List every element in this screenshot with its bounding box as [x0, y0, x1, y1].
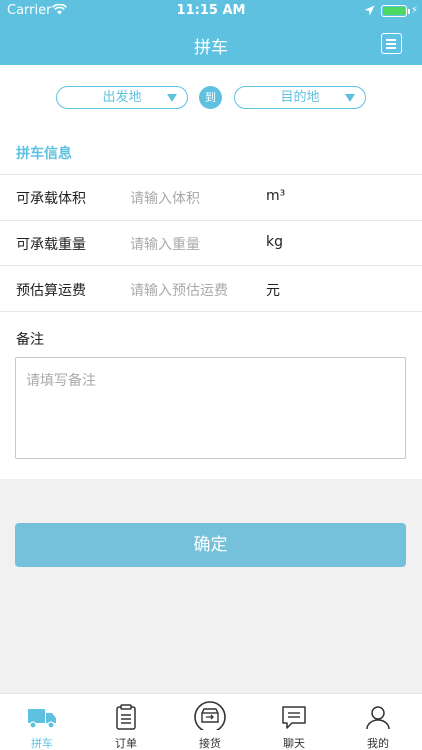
divider: [0, 265, 422, 266]
list-icon[interactable]: [381, 33, 402, 54]
weight-unit: kg: [266, 234, 283, 250]
tab-chat-label: 聊天: [283, 737, 305, 750]
to-badge: 到: [199, 86, 222, 109]
volume-label: 可承载体积: [16, 191, 86, 207]
weight-input[interactable]: 请输入重量: [130, 234, 200, 254]
clipboard-icon: [116, 704, 136, 730]
fee-label: 预估算运费: [16, 283, 86, 299]
triangle-down-icon: [345, 94, 355, 102]
top-bar: Carrier 11:15 AM ⚡ 拼车: [0, 0, 422, 65]
tab-mine[interactable]: 我的: [336, 694, 420, 750]
tab-receive-label: 接货: [199, 737, 221, 750]
user-icon: [366, 706, 390, 730]
weight-label: 可承载重量: [16, 237, 86, 253]
battery-tip: [408, 9, 410, 14]
page-title: 拼车: [194, 38, 228, 58]
status-time: 11:15 AM: [176, 3, 246, 18]
confirm-button[interactable]: 确定: [15, 523, 406, 567]
triangle-down-icon: [167, 94, 177, 102]
section-title: 拼车信息: [16, 146, 72, 162]
battery-icon: [381, 5, 407, 17]
remark-label: 备注: [16, 332, 44, 348]
tab-mine-label: 我的: [367, 737, 389, 750]
volume-unit: m³: [266, 188, 286, 204]
divider: [0, 220, 422, 221]
tab-orders[interactable]: 订单: [84, 694, 168, 750]
chat-icon: [282, 706, 306, 729]
charging-icon: ⚡: [411, 5, 419, 16]
divider: [0, 174, 422, 175]
destination-select[interactable]: 目的地: [234, 86, 366, 109]
destination-select-label: 目的地: [280, 90, 320, 105]
fee-unit: 元: [266, 283, 280, 299]
inbox-icon: [194, 701, 226, 730]
volume-input[interactable]: 请输入体积: [130, 188, 200, 208]
tab-carpool-label: 拼车: [31, 737, 53, 750]
fee-input[interactable]: 请输入预估运费: [130, 280, 228, 300]
tab-receive[interactable]: 接货: [168, 694, 252, 750]
truck-icon: [28, 709, 56, 729]
divider: [0, 311, 422, 312]
tab-bar: 拼车 订单 接货 聊天 我的: [0, 693, 422, 750]
tab-orders-label: 订单: [115, 737, 137, 750]
location-arrow-icon: [364, 5, 375, 16]
form-panel: 出发地 到 目的地 拼车信息 可承载体积 请输入体积 m³ 可承载重量 请输入重…: [0, 65, 422, 479]
origin-select-label: 出发地: [102, 90, 142, 105]
tab-carpool[interactable]: 拼车: [0, 694, 84, 750]
origin-select[interactable]: 出发地: [56, 86, 188, 109]
status-bar: Carrier 11:15 AM ⚡: [0, 0, 422, 22]
tab-chat[interactable]: 聊天: [252, 694, 336, 750]
remark-textarea[interactable]: 请填写备注: [15, 357, 406, 459]
